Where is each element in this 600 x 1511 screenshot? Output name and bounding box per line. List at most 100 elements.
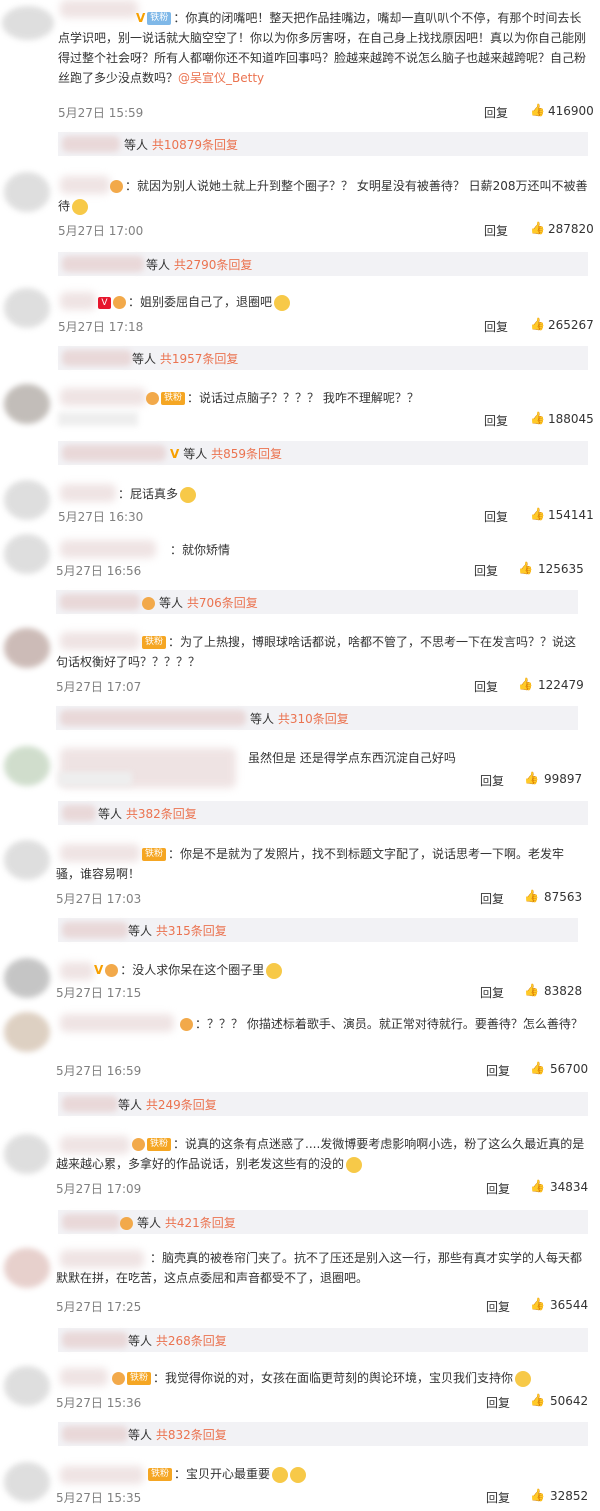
avatar[interactable] (4, 1248, 50, 1288)
reply-count-link[interactable]: 共2790条回复 (174, 258, 253, 272)
comment-time: 5月27日 17:18 (58, 320, 144, 334)
reply-button[interactable]: 回复 (484, 318, 508, 335)
reply-button[interactable]: 回复 (486, 1489, 510, 1506)
emoji-icon (72, 198, 89, 215)
subreply-names-blurred (62, 1214, 120, 1230)
reply-count-link[interactable]: 共310条回复 (278, 712, 349, 726)
sub-reply-bar[interactable]: 等人 共382条回复 (58, 801, 588, 825)
medal-icon (105, 964, 119, 977)
avatar[interactable] (4, 1366, 50, 1406)
thumbs-up-icon[interactable]: 👍 (530, 411, 545, 425)
reply-count-link[interactable]: 共706条回复 (187, 596, 258, 610)
sub-reply-bar[interactable]: 等人 共2790条回复 (58, 252, 588, 276)
thumbs-up-icon[interactable]: 👍 (524, 889, 539, 903)
reply-count-link[interactable]: 共382条回复 (126, 807, 197, 821)
reply-count-link[interactable]: 共1957条回复 (160, 352, 239, 366)
thumbs-up-icon[interactable]: 👍 (530, 1179, 545, 1193)
like-count: 154141 (548, 508, 594, 522)
mention-link[interactable]: @吴宣仪_Betty (178, 71, 264, 85)
like-count: 34834 (550, 1180, 589, 1194)
thumbs-up-icon[interactable]: 👍 (530, 221, 545, 235)
like-count: 83828 (544, 984, 583, 998)
comment-text: 铁粉 ：说真的这条有点迷惑了....发微博要考虑影响啊小选，粉了这么久最近真的是越… (56, 1137, 585, 1173)
like-count: 122479 (538, 678, 584, 692)
sub-reply-bar[interactable]: 等人 共268条回复 (58, 1328, 588, 1352)
sub-reply-bar[interactable]: 等人 共706条回复 (56, 590, 578, 614)
thumbs-up-icon[interactable]: 👍 (530, 1393, 545, 1407)
comment-text: V ：没人求你呆在这个圈子里 (56, 960, 588, 980)
like-count: 99897 (544, 772, 583, 786)
avatar[interactable] (4, 628, 50, 668)
avatar[interactable] (2, 6, 54, 40)
comment-text: 铁粉 ：为了上热搜，博眼球啥话都说，啥都不管了，不思考一下在发言吗？？说这句话权衡… (56, 635, 577, 669)
comment-time (58, 772, 132, 786)
reply-count-link[interactable]: 共832条回复 (156, 1428, 227, 1442)
like-count: 50642 (550, 1394, 589, 1408)
reply-button[interactable]: 回复 (486, 1180, 510, 1197)
reply-button[interactable]: 回复 (474, 678, 498, 695)
comment-text: 虽然但是 还是得学点东西沉淀自己好吗 (248, 751, 456, 765)
reply-button[interactable]: 回复 (484, 104, 508, 121)
avatar[interactable] (4, 384, 50, 424)
avatar[interactable] (4, 288, 50, 328)
avatar[interactable] (4, 746, 50, 786)
comment-time: 5月27日 17:25 (56, 1300, 142, 1314)
thumbs-up-icon[interactable]: 👍 (530, 1061, 545, 1075)
avatar[interactable] (4, 534, 50, 574)
comment-time: 5月27日 16:59 (56, 1064, 142, 1078)
reply-count-link[interactable]: 共315条回复 (156, 924, 227, 938)
sub-reply-bar[interactable]: 等人 共315条回复 (58, 918, 578, 942)
medal-icon (113, 296, 126, 309)
reply-count-link[interactable]: 共249条回复 (146, 1098, 217, 1112)
reply-count-link[interactable]: 共859条回复 (211, 447, 282, 461)
thumbs-up-icon[interactable]: 👍 (530, 1488, 545, 1502)
comment-text: 铁粉 ：说话过点脑子？？？？ 我咋不理解呢？？ (58, 388, 588, 408)
sub-reply-bar[interactable]: 等人 共421条回复 (58, 1210, 588, 1234)
comment-time: 5月27日 17:00 (58, 224, 144, 238)
avatar[interactable] (4, 1134, 50, 1174)
reply-button[interactable]: 回复 (480, 984, 504, 1001)
thumbs-up-icon[interactable]: 👍 (518, 677, 533, 691)
avatar[interactable] (4, 172, 50, 212)
thumbs-up-icon[interactable]: 👍 (530, 507, 545, 521)
thumbs-up-icon[interactable]: 👍 (530, 317, 545, 331)
thumbs-up-icon[interactable]: 👍 (524, 983, 539, 997)
reply-count-link[interactable]: 共268条回复 (156, 1334, 227, 1348)
like-count: 87563 (544, 890, 583, 904)
sub-reply-bar[interactable]: 等人 共1957条回复 (58, 346, 588, 370)
comment-time: 5月27日 17:03 (56, 892, 142, 906)
sub-reply-bar[interactable]: 等人 共10879条回复 (58, 132, 588, 156)
thumbs-up-icon[interactable]: 👍 (530, 1297, 545, 1311)
reply-button[interactable]: 回复 (480, 772, 504, 789)
reply-button[interactable]: 回复 (484, 412, 508, 429)
username-blurred[interactable] (60, 540, 156, 558)
reply-button[interactable]: 回复 (484, 508, 508, 525)
vip-v-icon: V (170, 447, 180, 461)
sub-reply-bar[interactable]: 等人 共310条回复 (56, 706, 578, 730)
comment-time: 5月27日 17:09 (56, 1182, 142, 1196)
reply-button[interactable]: 回复 (486, 1062, 510, 1079)
thumbs-up-icon[interactable]: 👍 (524, 771, 539, 785)
sub-reply-bar[interactable]: V 等人 共859条回复 (58, 441, 588, 465)
reply-count-link[interactable]: 共421条回复 (165, 1216, 236, 1230)
avatar[interactable] (4, 480, 50, 520)
reply-button[interactable]: 回复 (486, 1298, 510, 1315)
reply-button[interactable]: 回复 (474, 562, 498, 579)
avatar[interactable] (4, 840, 50, 880)
reply-button[interactable]: 回复 (484, 222, 508, 239)
avatar[interactable] (4, 1012, 50, 1052)
subreply-names-blurred (62, 445, 166, 461)
avatar[interactable] (4, 958, 50, 998)
reply-count-link[interactable]: 共10879条回复 (152, 138, 238, 152)
comment-time: 5月27日 17:15 (56, 986, 142, 1000)
thumbs-up-icon[interactable]: 👍 (530, 103, 545, 117)
vip-v-icon: V (98, 296, 111, 309)
sub-reply-bar[interactable]: 等人 共249条回复 (58, 1092, 588, 1116)
comment-time: 5月27日 15:35 (56, 1491, 142, 1505)
avatar[interactable] (4, 1462, 50, 1502)
thumbs-up-icon[interactable]: 👍 (518, 561, 533, 575)
fan-badge: 铁粉 (147, 12, 172, 25)
sub-reply-bar[interactable]: 等人 共832条回复 (58, 1422, 588, 1446)
reply-button[interactable]: 回复 (486, 1394, 510, 1411)
reply-button[interactable]: 回复 (480, 890, 504, 907)
